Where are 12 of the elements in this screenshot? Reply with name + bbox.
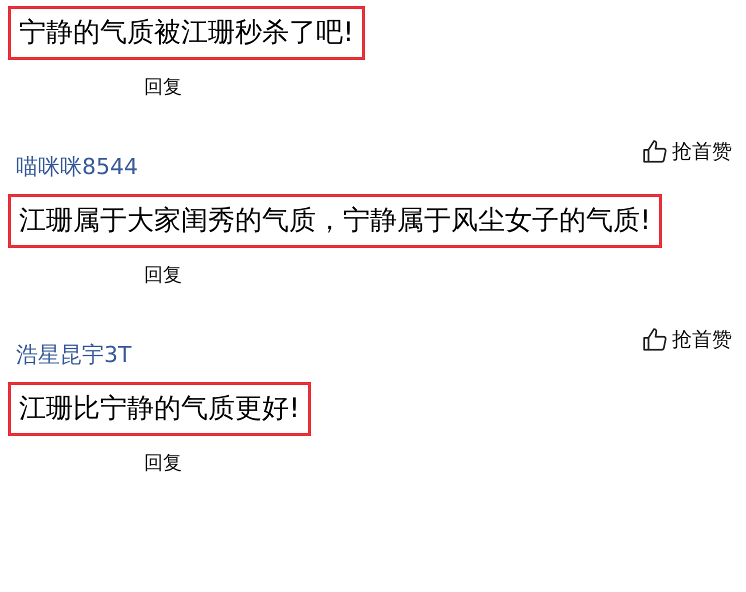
username[interactable]: 喵咪咪8544 [16,152,138,182]
reply-link[interactable]: 回复 [144,74,182,100]
comment-text: 江珊属于大家闺秀的气质，宁静属于风尘女子的气质! [8,194,662,248]
comment-text: 宁静的气质被江珊秒杀了吧! [8,6,365,60]
like-button[interactable]: 抢首赞 [642,326,732,353]
reply-link[interactable]: 回复 [144,450,182,476]
thumbs-up-icon [642,326,668,352]
like-button[interactable]: 抢首赞 [642,138,732,165]
thumbs-up-icon [642,138,668,164]
username[interactable]: 浩星昆宇3T [16,340,132,370]
comment-text: 江珊比宁静的气质更好! [8,382,311,436]
reply-link[interactable]: 回复 [144,262,182,288]
